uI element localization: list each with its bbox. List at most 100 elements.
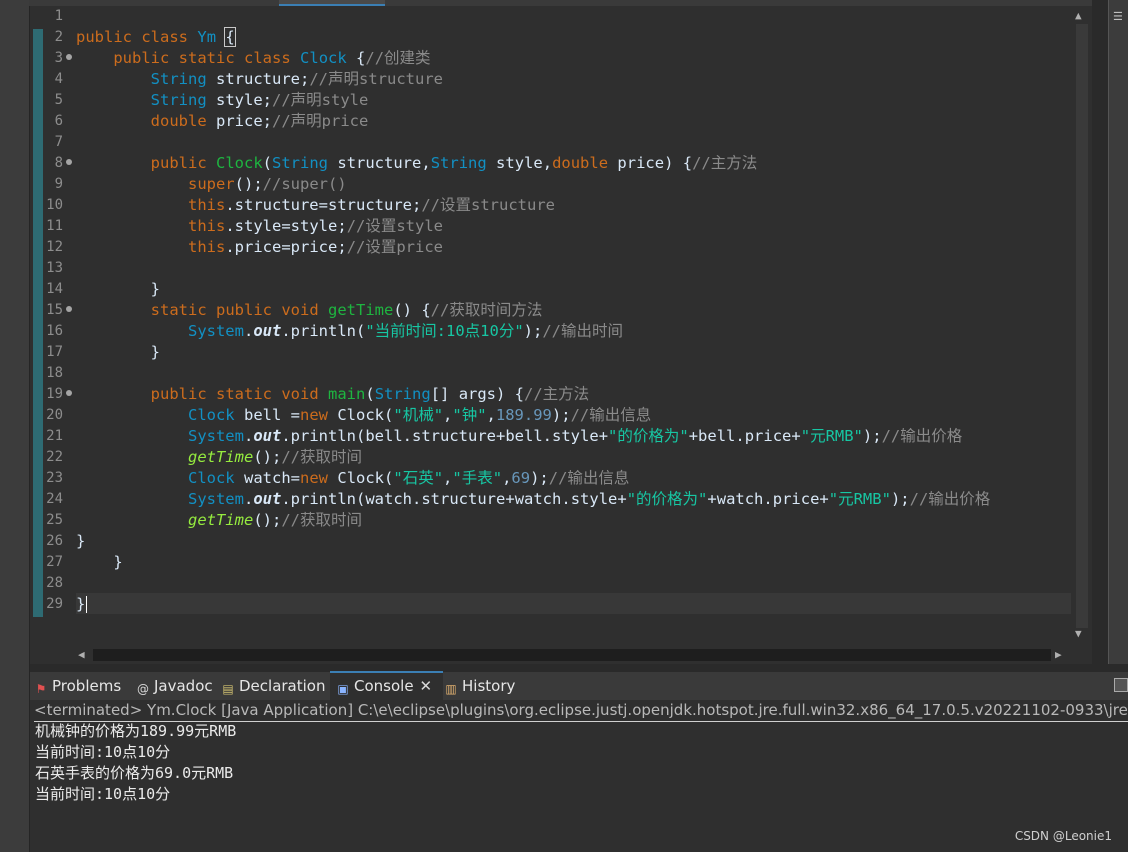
tab-label: Declaration <box>239 677 326 695</box>
line-number: 2 <box>54 29 63 45</box>
number-literal: 189.99 <box>495 406 552 424</box>
comment: //输出价格 <box>881 427 963 445</box>
code-line: } <box>76 531 85 552</box>
line-number: 22 <box>46 449 63 465</box>
overview-ruler <box>30 6 45 617</box>
local-var: bell <box>505 427 543 445</box>
keyword: public <box>216 301 272 319</box>
tab-console[interactable]: ▣ Console ✕ <box>330 671 443 700</box>
code-editor[interactable]: 1 2 3 4 5 6 7 8 9 10 11 12 13 14 15 16 1… <box>30 6 1092 664</box>
line-number: 3 <box>54 50 63 66</box>
local-var: watch <box>244 469 291 487</box>
line-number: 24 <box>46 491 63 507</box>
type: Clock <box>187 406 235 424</box>
method-call: println( <box>290 490 366 508</box>
punct: ; <box>337 238 347 256</box>
keyword: static <box>178 49 235 67</box>
minimize-button[interactable] <box>1114 678 1128 692</box>
vertical-scroll-track[interactable] <box>1076 24 1088 628</box>
line-number: 19 <box>46 386 63 402</box>
tab-label: Problems <box>52 677 122 695</box>
code-line: static public void getTime() {//获取时间方法 <box>76 300 543 321</box>
brace: } <box>150 280 160 298</box>
punct: ( <box>365 385 375 403</box>
brace: { <box>224 27 236 47</box>
param: price <box>617 154 665 172</box>
class-name: Clock <box>337 406 385 424</box>
console-line: 当前时间:10点10分 <box>35 785 171 803</box>
string-literal: "手表" <box>452 469 503 487</box>
fold-collapse-icon[interactable] <box>66 54 72 60</box>
constructor-name: Clock <box>216 154 263 172</box>
console-icon: ▣ <box>337 682 349 696</box>
number-literal: 69 <box>511 469 531 487</box>
scroll-up-icon[interactable]: ▲ <box>1075 9 1082 23</box>
punct: ); <box>523 322 543 340</box>
punct: , <box>542 154 553 172</box>
param: style <box>496 154 543 172</box>
comment: //声明structure <box>309 70 443 88</box>
comment: //super() <box>262 175 347 193</box>
code-line: getTime();//获取时间 <box>76 447 362 468</box>
punct: + <box>598 427 609 445</box>
scroll-left-icon[interactable]: ◀ <box>78 647 85 663</box>
static-field: out <box>253 427 282 445</box>
type: String <box>150 91 207 109</box>
class-name: System <box>187 490 244 508</box>
punct: . <box>561 490 571 508</box>
line-number: 21 <box>46 428 63 444</box>
fold-collapse-icon[interactable] <box>66 390 72 396</box>
scroll-down-icon[interactable]: ▼ <box>1075 627 1082 641</box>
fold-collapse-icon[interactable] <box>66 306 72 312</box>
close-icon[interactable]: ✕ <box>420 677 433 695</box>
tab-label: History <box>462 677 516 695</box>
punct: ) { <box>496 385 525 403</box>
panel-menu-icon[interactable]: ☰ <box>1113 10 1123 23</box>
comment: //声明price <box>272 112 369 130</box>
tab-javadoc[interactable]: @ Javadoc <box>136 672 213 700</box>
tab-declaration[interactable]: ▤ Declaration <box>221 672 325 700</box>
code-text-area[interactable]: public class Ym { public static class Cl… <box>76 6 1076 616</box>
scroll-right-icon[interactable]: ▶ <box>1055 647 1062 663</box>
punct: ; <box>300 70 310 88</box>
comment: //设置price <box>346 238 444 256</box>
line-number: 10 <box>46 197 63 213</box>
fold-collapse-icon[interactable] <box>66 159 72 165</box>
punct: (); <box>253 511 282 529</box>
type: String <box>150 70 207 88</box>
punct: (); <box>234 175 263 193</box>
keyword: class <box>244 49 291 67</box>
line-number: 12 <box>46 239 63 255</box>
keyword: void <box>281 301 319 319</box>
tab-history[interactable]: ▥ History <box>444 672 515 700</box>
code-line: this.structure=structure;//设置structure <box>76 195 555 216</box>
horizontal-scrollbar[interactable]: ◀ ▶ <box>75 646 1071 664</box>
punct: . <box>225 238 235 256</box>
punct: . <box>225 217 235 235</box>
string-literal: "的价格为" <box>626 490 708 508</box>
vertical-scrollbar[interactable]: ▲ ▼ <box>1071 6 1092 646</box>
line-number: 28 <box>46 575 63 591</box>
punct: ; <box>262 91 273 109</box>
comment: //输出时间 <box>542 322 623 340</box>
param: style <box>290 217 338 235</box>
punct: . <box>243 490 254 508</box>
console-output[interactable]: <terminated> Ym.Clock [Java Application]… <box>30 700 1128 852</box>
keyword: class <box>141 28 189 46</box>
string-literal: "元RMB" <box>828 490 891 508</box>
text-caret <box>86 596 88 613</box>
class-name: Clock <box>300 49 347 67</box>
line-number: 7 <box>54 134 63 150</box>
tab-problems[interactable]: ⚑ Problems <box>34 672 122 700</box>
comment: //输出信息 <box>548 469 630 487</box>
code-line: super();//super() <box>76 174 347 195</box>
punct: ; <box>412 196 422 214</box>
console-launch-header: <terminated> Ym.Clock [Java Application]… <box>34 700 1128 722</box>
type: String <box>430 154 487 172</box>
keyword: static <box>216 385 272 403</box>
code-line: System.out.println(watch.structure+watch… <box>76 489 990 510</box>
horizontal-scroll-track[interactable] <box>93 649 1051 661</box>
punct: , <box>421 154 431 172</box>
method-call: println( <box>290 427 366 445</box>
javadoc-at-icon: @ <box>137 682 149 696</box>
